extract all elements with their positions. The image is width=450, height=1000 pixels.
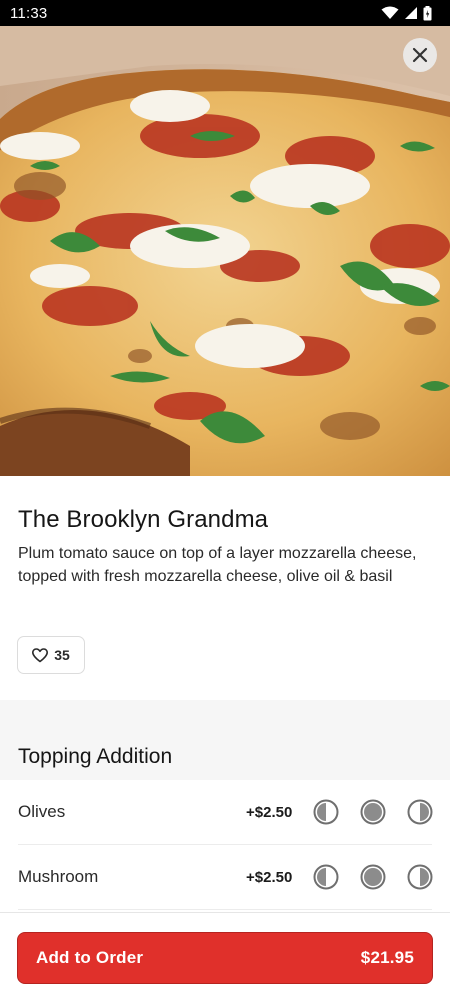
close-icon bbox=[412, 47, 428, 63]
add-to-order-label: Add to Order bbox=[36, 948, 144, 967]
status-bar: 11:33 bbox=[0, 0, 450, 26]
order-total-price: $21.95 bbox=[360, 948, 414, 967]
whole-icon bbox=[360, 799, 386, 825]
like-button[interactable]: 35 bbox=[17, 636, 85, 674]
left-half-portion-button[interactable] bbox=[313, 799, 339, 825]
option-price: +$2.50 bbox=[246, 868, 293, 886]
left-half-icon bbox=[313, 864, 339, 890]
right-half-portion-button[interactable] bbox=[407, 799, 433, 825]
status-icons bbox=[381, 5, 432, 21]
item-info: The Brooklyn Grandma Plum tomato sauce o… bbox=[0, 476, 450, 700]
whole-portion-button[interactable] bbox=[360, 799, 386, 825]
option-name: Mushroom bbox=[18, 867, 99, 886]
pizza-photo bbox=[0, 26, 450, 476]
option-row-olives: Olives +$2.50 bbox=[18, 780, 433, 845]
option-name: Olives bbox=[18, 802, 66, 821]
option-row-mushroom: Mushroom +$2.50 bbox=[18, 845, 433, 910]
right-half-portion-button[interactable] bbox=[407, 864, 433, 890]
status-time: 11:33 bbox=[10, 4, 48, 22]
right-half-icon bbox=[407, 864, 433, 890]
heart-icon bbox=[32, 647, 49, 662]
left-half-icon bbox=[313, 799, 339, 825]
signal-icon bbox=[405, 7, 417, 19]
left-half-portion-button[interactable] bbox=[313, 864, 339, 890]
item-title: The Brooklyn Grandma bbox=[18, 506, 269, 533]
option-price: +$2.50 bbox=[246, 803, 293, 821]
battery-icon bbox=[423, 5, 432, 20]
item-description: Plum tomato sauce on top of a layer mozz… bbox=[18, 545, 417, 585]
whole-icon bbox=[360, 864, 386, 890]
whole-portion-button[interactable] bbox=[360, 864, 386, 890]
right-half-icon bbox=[407, 799, 433, 825]
section-title: Topping Addition bbox=[18, 745, 173, 768]
bottom-bar: Add to Order $21.95 bbox=[0, 912, 450, 1000]
close-button[interactable] bbox=[403, 38, 437, 72]
like-count: 35 bbox=[54, 647, 70, 663]
wifi-icon bbox=[381, 6, 399, 19]
topping-options: Olives +$2.50 Mushroom +$2.50 bbox=[0, 780, 450, 910]
add-to-order-button[interactable]: Add to Order $21.95 bbox=[17, 932, 433, 984]
